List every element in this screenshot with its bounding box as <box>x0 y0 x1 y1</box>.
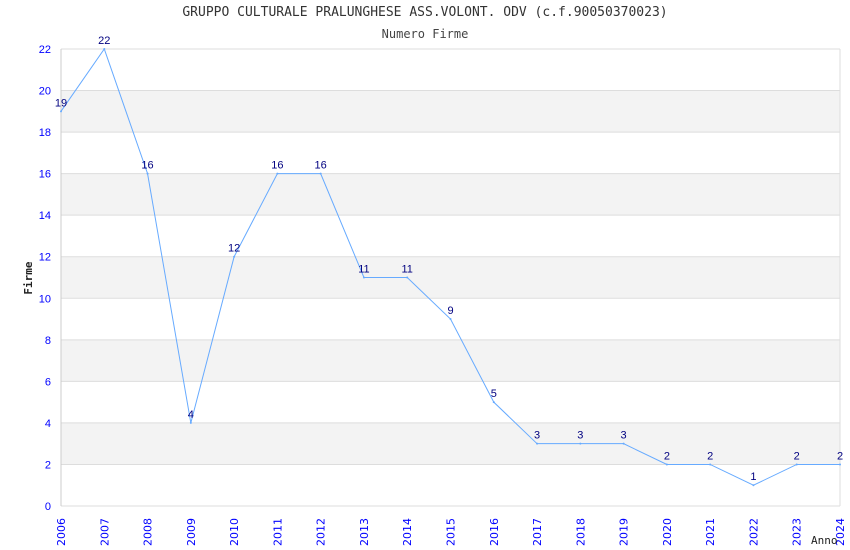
x-axis-label: Anno <box>811 534 838 547</box>
data-point <box>492 401 495 404</box>
x-tick-label: 2006 <box>55 518 68 546</box>
x-tick-label: 2017 <box>531 518 544 546</box>
x-tick-label: 2010 <box>228 518 241 546</box>
data-label: 2 <box>664 450 670 462</box>
y-axis-label: Firme <box>22 261 35 294</box>
x-tick-label: 2023 <box>791 518 804 546</box>
data-point <box>362 276 365 279</box>
data-label: 22 <box>98 35 110 47</box>
data-point <box>795 463 798 466</box>
data-label: 11 <box>402 264 413 276</box>
x-tick-label: 2013 <box>358 518 371 546</box>
data-label: 11 <box>358 264 369 276</box>
data-point <box>449 318 452 321</box>
grid-band <box>61 90 840 133</box>
grid-band <box>61 256 840 299</box>
x-tick-label: 2019 <box>618 518 631 546</box>
y-tick-label: 18 <box>39 127 51 139</box>
y-tick-label: 22 <box>39 44 51 56</box>
y-tick-label: 0 <box>45 501 51 513</box>
y-tick-label: 14 <box>39 210 51 222</box>
data-point <box>579 442 582 445</box>
x-tick-label: 2008 <box>142 518 155 546</box>
y-tick-label: 6 <box>45 376 51 388</box>
grid-band <box>61 173 840 216</box>
y-tick-label: 8 <box>45 335 51 347</box>
data-point <box>665 463 668 466</box>
x-tick-label: 2018 <box>574 518 587 546</box>
data-label: 1 <box>750 471 756 483</box>
data-point <box>233 255 236 258</box>
data-point <box>709 463 712 466</box>
data-point <box>406 276 409 279</box>
data-point <box>103 48 106 50</box>
x-tick-label: 2012 <box>315 518 328 546</box>
data-label: 9 <box>447 305 453 317</box>
data-label: 2 <box>837 450 843 462</box>
x-tick-label: 2014 <box>401 518 414 546</box>
data-point <box>276 172 279 175</box>
grid-band <box>61 422 840 465</box>
x-tick-label: 2016 <box>488 518 501 546</box>
data-label: 3 <box>534 430 540 442</box>
data-label: 3 <box>621 430 627 442</box>
data-label: 2 <box>794 450 800 462</box>
x-tick-label: 2009 <box>185 518 198 546</box>
y-tick-label: 16 <box>39 169 51 181</box>
x-tick-label: 2020 <box>661 518 674 546</box>
y-tick-label: 20 <box>39 86 51 98</box>
data-label: 4 <box>188 409 194 421</box>
data-point <box>319 172 322 175</box>
data-point <box>189 421 192 424</box>
data-point <box>839 463 841 466</box>
y-tick-label: 12 <box>39 252 51 264</box>
x-tick-label: 2011 <box>271 518 284 546</box>
data-point <box>752 484 755 487</box>
data-label: 19 <box>55 97 67 109</box>
data-point <box>146 172 149 175</box>
y-tick-label: 4 <box>45 418 51 430</box>
x-tick-label: 2022 <box>747 518 760 546</box>
data-point <box>536 442 539 445</box>
data-label: 16 <box>315 160 327 172</box>
y-tick-label: 2 <box>45 459 51 471</box>
data-point <box>60 110 62 113</box>
data-label: 3 <box>577 430 583 442</box>
data-label: 12 <box>228 243 240 255</box>
data-label: 2 <box>707 450 713 462</box>
data-label: 16 <box>141 160 153 172</box>
y-tick-label: 10 <box>39 293 51 305</box>
data-point <box>622 442 625 445</box>
data-label: 5 <box>491 388 497 400</box>
data-label: 16 <box>271 160 283 172</box>
x-tick-label: 2021 <box>704 518 717 546</box>
line-chart: 02468101214161820222006 2007 2008 2009 2010 2… <box>22 35 847 547</box>
x-tick-label: 2007 <box>98 518 111 546</box>
x-tick-label: 2015 <box>445 518 458 546</box>
